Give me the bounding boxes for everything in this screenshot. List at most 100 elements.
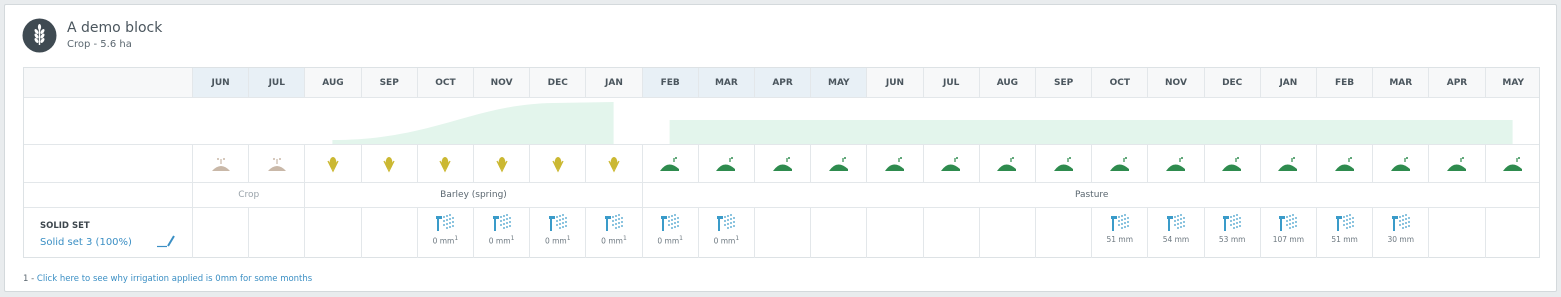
sprout-icon <box>267 157 286 171</box>
irrigation-cell: 54 mm <box>1147 208 1203 258</box>
irrigation-value: 0 mm1 <box>432 235 459 246</box>
irrigation-cell <box>810 208 866 258</box>
month-header-cell: JUN <box>866 68 922 97</box>
month-header-cell: DEC <box>1203 68 1260 97</box>
month-header-cell: JUN <box>192 68 249 97</box>
pasture-icon <box>941 156 961 171</box>
irrigation-value: 51 mm <box>1331 235 1358 244</box>
month-header-cell: JUL <box>248 68 305 97</box>
footnote-mark: 1 <box>510 235 515 242</box>
month-header-cell: DEC <box>529 68 585 97</box>
irrigation-value: 0 mm1 <box>601 235 627 246</box>
pasture-icon <box>997 156 1017 171</box>
irrigation-cell: 0 mm1 <box>697 208 754 258</box>
growth-stage-cell <box>529 145 585 182</box>
pasture-icon <box>660 156 680 171</box>
block-subtitle: Crop - 5.6 ha <box>67 39 132 50</box>
irrigation-value: 0 mm1 <box>713 235 740 246</box>
month-header-cell: APR <box>1428 68 1484 97</box>
growth-stage-cell <box>304 145 360 182</box>
month-header-cell: OCT <box>416 68 473 97</box>
growth-stage-row <box>24 145 1539 183</box>
irrigation-cell: 30 mm <box>1372 208 1428 258</box>
pencil-icon[interactable] <box>156 234 176 248</box>
growth-stage-cell <box>1035 145 1091 182</box>
month-header-cell: OCT <box>1091 68 1147 97</box>
growth-stage-cell <box>1259 145 1316 182</box>
month-header-cell: JUL <box>922 68 979 97</box>
irrigation-value: 0 mm1 <box>657 235 683 246</box>
footnote-mark: 1 <box>622 235 627 242</box>
pasture-icon <box>1503 156 1523 171</box>
grain-icon <box>327 156 339 172</box>
sprout-icon <box>211 157 230 171</box>
irrigation-cell: 107 mm <box>1259 208 1316 258</box>
growth-stage-cell <box>1484 145 1541 182</box>
grain-icon <box>496 156 508 172</box>
footnote: 1 - Click here to see why irrigation app… <box>23 274 312 284</box>
pasture-icon <box>1446 156 1466 171</box>
sprinkler-icon <box>1166 214 1185 231</box>
pasture-icon <box>1109 156 1129 171</box>
growth-stage-cell <box>585 145 641 182</box>
growth-stage-cell <box>697 145 754 182</box>
pasture-icon <box>716 156 736 171</box>
crop-row: Crop Barley (spring) Pasture <box>24 183 1539 208</box>
footnote-prefix: 1 - <box>23 274 37 284</box>
growth-stage-cell <box>810 145 866 182</box>
grain-icon <box>439 156 451 172</box>
month-header-cell: MAR <box>697 68 754 97</box>
sprinkler-icon <box>1223 214 1242 231</box>
irrigation-cell <box>922 208 979 258</box>
month-header-cell: AUG <box>304 68 360 97</box>
month-header-cell: SEP <box>1035 68 1091 97</box>
irrigation-cell <box>866 208 922 258</box>
growth-stage-cell <box>1091 145 1147 182</box>
pasture-icon <box>1053 156 1073 171</box>
growth-curve-row <box>24 98 1539 145</box>
growth-stage-cell <box>922 145 979 182</box>
grain-icon <box>608 156 620 172</box>
irrigation-value: 30 mm <box>1387 235 1415 244</box>
growth-stage-cell <box>1428 145 1484 182</box>
month-header-cell: NOV <box>1147 68 1203 97</box>
crop-timeline-grid: JUN JUL AUG SEP OCT NOV DEC JAN FEB MAR APR MAY JUN J… <box>23 67 1540 258</box>
solid-set-link[interactable]: Solid set 3 (100%) <box>40 237 132 248</box>
sprinkler-icon <box>492 214 511 231</box>
month-header-cell: JAN <box>1259 68 1316 97</box>
irrigation-value: 0 mm1 <box>544 235 571 246</box>
pasture-icon <box>884 156 904 171</box>
sprinkler-icon <box>436 214 455 231</box>
solid-set-row: SOLID SET Solid set 3 (100%) 0 mm1 0 mm1 0… <box>24 208 1539 258</box>
footnote-mark: 1 <box>566 235 571 242</box>
sprinkler-icon <box>1335 214 1354 231</box>
irrigation-cell <box>1035 208 1091 258</box>
irrigation-cell <box>192 208 248 258</box>
irrigation-cell: 53 mm <box>1203 208 1260 258</box>
footnote-link[interactable]: Click here to see why irrigation applied… <box>37 274 312 284</box>
irrigation-cell <box>304 208 360 258</box>
sprinkler-icon <box>604 214 623 231</box>
pasture-icon <box>828 156 848 171</box>
month-header-cell: FEB <box>641 68 698 97</box>
month-header-cell: FEB <box>1316 68 1372 97</box>
footnote-mark: 1 <box>735 235 740 242</box>
irrigation-cell <box>978 208 1035 258</box>
pasture-icon <box>772 156 792 171</box>
block-card: A demo block Crop - 5.6 ha JUN JUL AUG SEP O… <box>4 4 1557 292</box>
growth-stage-cell <box>248 145 304 182</box>
irrigation-cell: 0 mm1 <box>641 208 698 258</box>
growth-stage-cell <box>360 145 417 182</box>
month-header-cell: SEP <box>360 68 417 97</box>
sprinkler-icon <box>548 214 567 231</box>
growth-stage-cell <box>416 145 473 182</box>
pasture-icon <box>1278 156 1298 171</box>
growth-stage-cell <box>754 145 810 182</box>
growth-stage-cell <box>1147 145 1203 182</box>
sprinkler-icon <box>1391 214 1410 231</box>
irrigation-cell: 51 mm <box>1316 208 1372 258</box>
growth-stage-cell <box>866 145 922 182</box>
irrigation-cell <box>360 208 417 258</box>
irrigation-cell <box>1428 208 1484 258</box>
month-header-cell: MAY <box>810 68 867 97</box>
